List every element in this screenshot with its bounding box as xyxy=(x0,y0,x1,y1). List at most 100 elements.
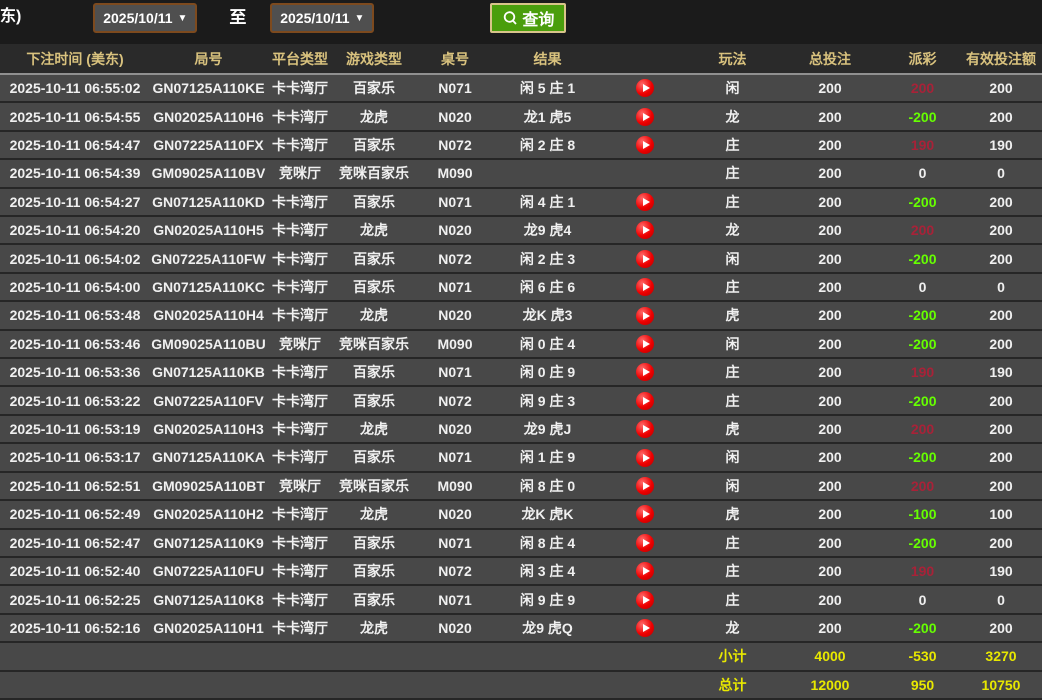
game-result: 闲 4 庄 1 xyxy=(495,187,600,218)
table-row: 2025-10-11 06:52:49 GN02025A110H2 卡卡湾厅 龙… xyxy=(0,500,1042,530)
round-id: GM09025A110BT xyxy=(150,471,267,502)
bet-time: 2025-10-11 06:53:36 xyxy=(0,358,150,388)
round-id: GN07225A110FX xyxy=(150,130,267,161)
play-video-icon[interactable] xyxy=(636,221,654,240)
platform-type: 卡卡湾厅 xyxy=(267,556,333,587)
play-video-icon[interactable] xyxy=(636,306,654,325)
play-type: 闲 xyxy=(690,329,775,360)
play-type: 龙 xyxy=(690,613,775,644)
play-video-icon[interactable] xyxy=(636,335,654,353)
play-video-icon[interactable] xyxy=(636,278,654,297)
play-video-icon[interactable] xyxy=(636,363,654,382)
play-video-icon[interactable] xyxy=(636,562,654,581)
date-to-picker[interactable]: 2025/10/11 ▼ xyxy=(270,3,375,33)
game-type: 龙虎 xyxy=(333,216,415,246)
video-cell xyxy=(600,613,690,644)
game-type: 竞咪百家乐 xyxy=(333,329,415,360)
total-bet: 200 xyxy=(775,528,885,558)
table-number: M090 xyxy=(415,329,495,360)
total-bet: 200 xyxy=(775,74,885,104)
game-type: 竞咪百家乐 xyxy=(333,471,415,502)
play-type: 闲 xyxy=(690,471,775,502)
play-type: 庄 xyxy=(690,159,775,189)
round-id: GM09025A110BU xyxy=(150,329,267,360)
payout: 200 xyxy=(885,74,960,104)
play-video-icon[interactable] xyxy=(636,107,654,126)
game-type: 百家乐 xyxy=(333,443,415,473)
round-id: GN07225A110FV xyxy=(150,386,267,416)
round-id: GN02025A110H4 xyxy=(150,301,267,331)
video-cell xyxy=(600,74,690,104)
bet-time: 2025-10-11 06:52:49 xyxy=(0,500,150,530)
game-result: 龙9 虎J xyxy=(495,414,600,445)
col-header-time: 下注时间 (美东) xyxy=(0,44,150,75)
total-bet: 200 xyxy=(775,329,885,360)
table-row: 2025-10-11 06:55:02 GN07125A110KE 卡卡湾厅 百… xyxy=(0,74,1042,104)
play-video-icon[interactable] xyxy=(636,79,654,98)
table-row: 2025-10-11 06:52:47 GN07125A110K9 卡卡湾厅 百… xyxy=(0,528,1042,558)
play-type: 虎 xyxy=(690,500,775,530)
play-video-icon[interactable] xyxy=(636,505,654,524)
video-cell xyxy=(600,528,690,558)
play-video-icon[interactable] xyxy=(636,477,654,496)
play-video-icon[interactable] xyxy=(636,590,654,609)
platform-type: 卡卡湾厅 xyxy=(267,130,333,161)
play-video-icon[interactable] xyxy=(636,420,654,439)
date-from-value: 2025/10/11 xyxy=(103,10,173,26)
play-video-icon[interactable] xyxy=(636,192,654,211)
play-video-icon[interactable] xyxy=(636,249,654,268)
total-bet: 200 xyxy=(775,244,885,274)
round-id: GN02025A110H3 xyxy=(150,414,267,445)
platform-type: 卡卡湾厅 xyxy=(267,187,333,218)
game-result: 闲 2 庄 3 xyxy=(495,244,600,274)
total-bet: 200 xyxy=(775,187,885,218)
bet-time: 2025-10-11 06:54:20 xyxy=(0,216,150,246)
game-type: 百家乐 xyxy=(333,187,415,218)
play-video-icon[interactable] xyxy=(636,136,654,155)
game-result: 龙9 虎4 xyxy=(495,216,600,246)
play-type: 庄 xyxy=(690,528,775,558)
table-row: 2025-10-11 06:53:48 GN02025A110H4 卡卡湾厅 龙… xyxy=(0,301,1042,331)
play-video-icon[interactable] xyxy=(636,391,654,410)
play-video-icon[interactable] xyxy=(636,448,654,467)
table-number: N071 xyxy=(415,187,495,218)
game-type: 龙虎 xyxy=(333,301,415,331)
game-type: 百家乐 xyxy=(333,386,415,416)
payout: -100 xyxy=(885,500,960,530)
valid-bet: 200 xyxy=(960,102,1042,132)
date-from-picker[interactable]: 2025/10/11 ▼ xyxy=(93,3,198,33)
play-video-icon[interactable] xyxy=(636,533,654,552)
round-id: GN02025A110H5 xyxy=(150,216,267,246)
total-bet: 200 xyxy=(775,414,885,445)
table-row: 2025-10-11 06:54:39 GM09025A110BV 竞咪厅 竞咪… xyxy=(0,159,1042,189)
video-cell xyxy=(600,471,690,502)
play-type: 庄 xyxy=(690,272,775,303)
platform-type: 卡卡湾厅 xyxy=(267,272,333,303)
video-cell xyxy=(600,159,690,189)
valid-bet: 200 xyxy=(960,443,1042,473)
video-cell xyxy=(600,130,690,161)
game-type: 百家乐 xyxy=(333,358,415,388)
table-number: N072 xyxy=(415,244,495,274)
play-video-icon[interactable] xyxy=(636,619,654,638)
table-number: N020 xyxy=(415,216,495,246)
table-number: N020 xyxy=(415,613,495,644)
query-button[interactable]: 查询 xyxy=(490,3,567,33)
chevron-down-icon: ▼ xyxy=(354,12,365,24)
total-bet: 200 xyxy=(775,471,885,502)
total-bet: 200 xyxy=(775,301,885,331)
col-header-round: 局号 xyxy=(150,44,267,75)
table-row: 2025-10-11 06:53:22 GN07225A110FV 卡卡湾厅 百… xyxy=(0,386,1042,416)
video-cell xyxy=(600,556,690,587)
table-row: 2025-10-11 06:53:36 GN07125A110KB 卡卡湾厅 百… xyxy=(0,358,1042,388)
bet-time: 2025-10-11 06:54:27 xyxy=(0,187,150,218)
subtotal-total-bet: 4000 xyxy=(775,642,885,672)
game-result: 龙9 虎Q xyxy=(495,613,600,644)
payout: -200 xyxy=(885,187,960,218)
bet-time: 2025-10-11 06:54:00 xyxy=(0,272,150,303)
bet-time: 2025-10-11 06:55:02 xyxy=(0,74,150,104)
play-type: 虎 xyxy=(690,301,775,331)
round-id: GM09025A110BV xyxy=(150,159,267,189)
table-row: 2025-10-11 06:53:19 GN02025A110H3 卡卡湾厅 龙… xyxy=(0,414,1042,445)
play-type: 庄 xyxy=(690,585,775,615)
